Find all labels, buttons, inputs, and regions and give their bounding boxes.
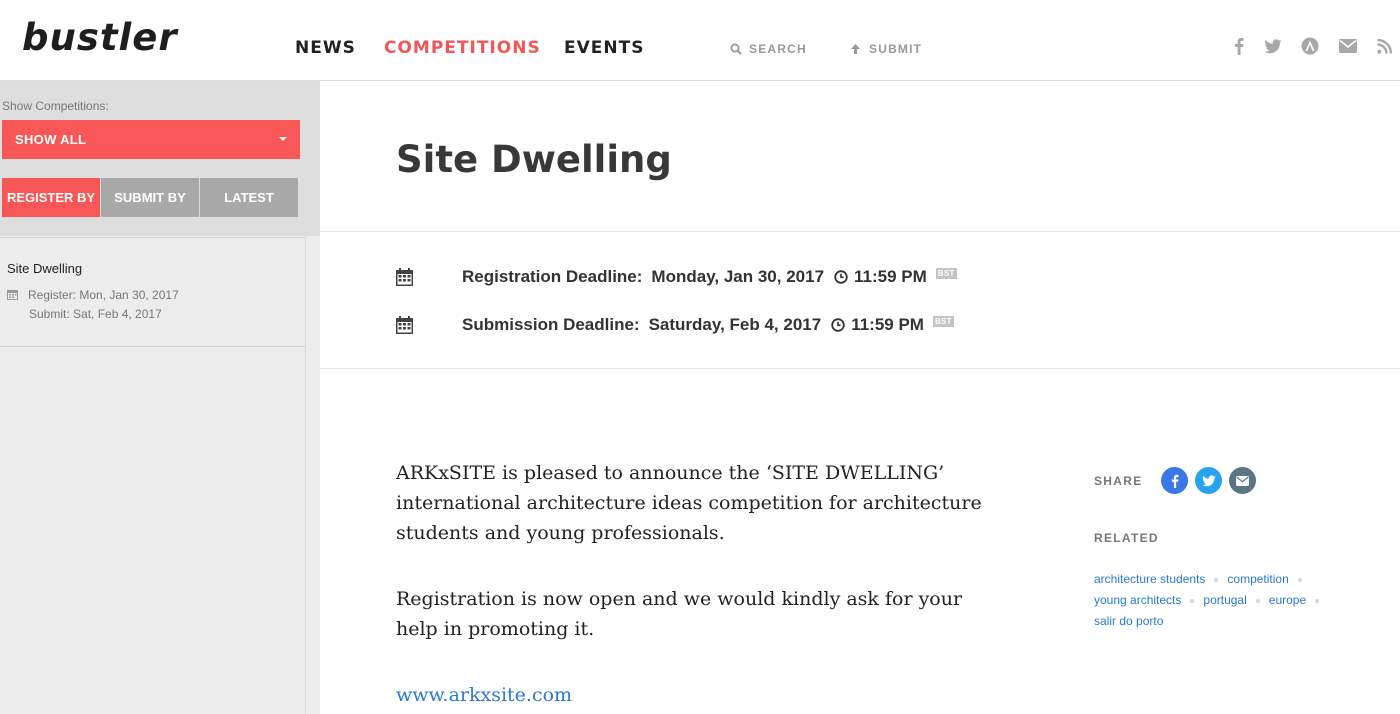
- separator-dot: [1315, 598, 1320, 603]
- share-facebook-button[interactable]: [1161, 467, 1188, 494]
- sort-register-by-button[interactable]: REGISTER BY: [2, 178, 100, 217]
- search-label: SEARCH: [749, 42, 807, 56]
- related-label: RELATED: [1094, 531, 1159, 545]
- dropdown-value: SHOW ALL: [15, 132, 87, 147]
- related-tags: architecture students competition young a…: [1094, 569, 1344, 632]
- separator-dot: [1190, 598, 1195, 603]
- list-item[interactable]: Site Dwelling Register: Mon, Jan 30, 201…: [0, 237, 306, 347]
- clock-icon: [834, 270, 848, 284]
- deadline-label: Submission Deadline:: [462, 315, 640, 334]
- archinect-icon[interactable]: [1301, 37, 1319, 55]
- twitter-icon[interactable]: [1264, 37, 1282, 55]
- calendar-icon: [396, 316, 413, 334]
- mail-icon[interactable]: [1339, 37, 1357, 55]
- divider: [320, 368, 1400, 369]
- article-paragraph: ARKxSITE is pleased to announce the ‘SIT…: [396, 462, 982, 544]
- article-paragraph: Registration is now open and we would ki…: [396, 588, 963, 640]
- caret-down-icon: [279, 137, 287, 141]
- deadline-date: Monday, Jan 30, 2017: [651, 267, 825, 286]
- facebook-icon: [1171, 474, 1178, 488]
- twitter-icon: [1201, 474, 1216, 486]
- deadline-time: 11:59 PM: [851, 315, 924, 334]
- site-header: bustler NEWS COMPETITIONS EVENTS SEARCH …: [0, 0, 1400, 81]
- competition-title[interactable]: Site Dwelling: [7, 261, 82, 276]
- share-twitter-button[interactable]: [1195, 467, 1222, 494]
- rss-icon[interactable]: [1375, 37, 1393, 55]
- tag-link[interactable]: portugal: [1203, 593, 1246, 607]
- sort-submit-by-button[interactable]: SUBMIT BY: [101, 178, 199, 217]
- tag-link[interactable]: young architects: [1094, 593, 1181, 607]
- sort-latest-button[interactable]: LATEST: [200, 178, 298, 217]
- nav-competitions[interactable]: COMPETITIONS: [384, 38, 541, 58]
- competition-submit-date: Submit: Sat, Feb 4, 2017: [29, 307, 162, 321]
- deadline-time: 11:59 PM: [854, 267, 927, 286]
- tag-link[interactable]: europe: [1269, 593, 1306, 607]
- timezone-badge: BST: [932, 315, 954, 327]
- mail-icon: [1236, 475, 1249, 486]
- calendar-icon: [396, 268, 413, 286]
- submit-label: SUBMIT: [869, 42, 923, 56]
- tag-link[interactable]: salir do porto: [1094, 614, 1163, 628]
- website-link[interactable]: www.arkxsite.com: [396, 680, 996, 710]
- registration-deadline: Registration Deadline: Monday, Jan 30, 2…: [396, 266, 957, 288]
- divider: [320, 231, 1400, 232]
- tag-link[interactable]: architecture students: [1094, 572, 1205, 586]
- show-competitions-dropdown[interactable]: SHOW ALL: [2, 120, 300, 159]
- site-logo[interactable]: bustler: [22, 16, 178, 59]
- deadline-date: Saturday, Feb 4, 2017: [648, 315, 822, 334]
- submission-deadline: Submission Deadline: Saturday, Feb 4, 20…: [396, 314, 954, 336]
- tag-link[interactable]: competition: [1227, 572, 1288, 586]
- clock-icon: [831, 318, 845, 332]
- competition-sidebar: Show Competitions: SHOW ALL REGISTER BY …: [0, 81, 320, 714]
- calendar-icon: [7, 290, 18, 300]
- filter-label: Show Competitions:: [2, 99, 109, 113]
- upload-icon: [851, 44, 860, 54]
- search-button[interactable]: SEARCH: [730, 42, 807, 56]
- timezone-badge: BST: [935, 267, 957, 279]
- separator-dot: [1255, 598, 1260, 603]
- nav-events[interactable]: EVENTS: [564, 38, 644, 58]
- separator-dot: [1297, 577, 1302, 582]
- page-title: Site Dwelling: [396, 138, 672, 181]
- share-email-button[interactable]: [1229, 467, 1256, 494]
- competition-list: Site Dwelling Register: Mon, Jan 30, 201…: [0, 236, 306, 714]
- search-icon: [730, 43, 742, 55]
- article-body: ARKxSITE is pleased to announce the ‘SIT…: [396, 458, 996, 710]
- separator-dot: [1214, 577, 1219, 582]
- share-label: SHARE: [1094, 474, 1143, 488]
- deadline-label: Registration Deadline:: [462, 267, 643, 286]
- facebook-icon[interactable]: [1230, 37, 1248, 55]
- competition-register-date: Register: Mon, Jan 30, 2017: [28, 288, 179, 302]
- nav-news[interactable]: NEWS: [295, 38, 356, 58]
- sidebar-filters: Show Competitions: SHOW ALL REGISTER BY …: [0, 81, 320, 236]
- submit-button[interactable]: SUBMIT: [849, 42, 922, 56]
